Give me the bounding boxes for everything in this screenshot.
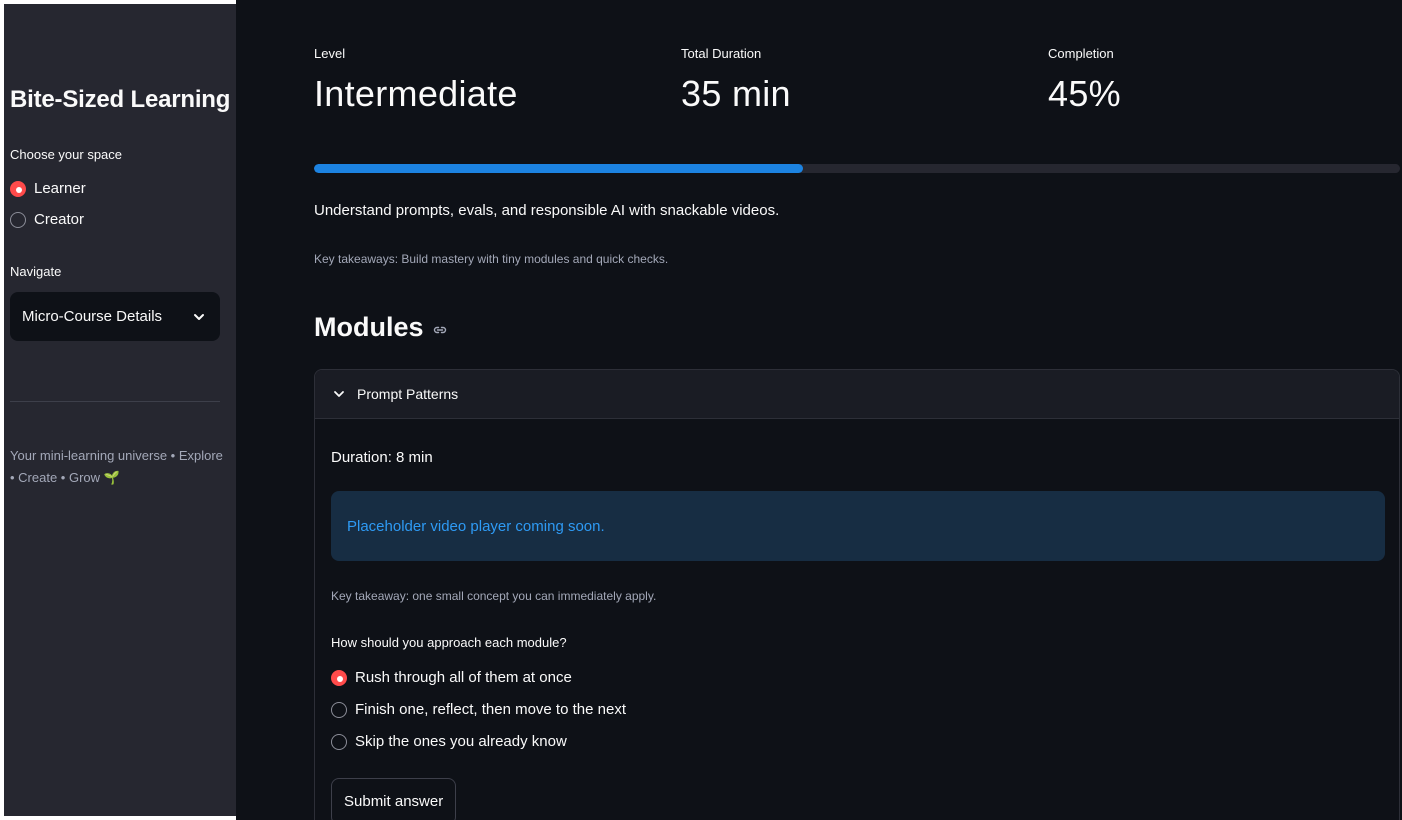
quiz-option[interactable]: Rush through all of them at once [331,669,572,686]
chevron-down-icon [334,391,344,397]
navigate-select[interactable]: Micro-Course Details [10,292,220,341]
expander-header[interactable]: Prompt Patterns [315,370,1399,419]
link-icon[interactable] [432,322,448,338]
module-takeaway: Key takeaway: one small concept you can … [331,589,657,603]
sidebar-divider [10,401,220,402]
modules-heading: Modules [314,312,448,343]
quiz-option[interactable]: Skip the ones you already know [331,733,567,750]
space-option-label: Learner [34,180,86,197]
quiz-question: How should you approach each module? [331,635,567,650]
modules-heading-text: Modules [314,312,424,342]
space-option-label: Creator [34,211,85,228]
progress-fill [314,164,803,173]
quiz-option[interactable]: Finish one, reflect, then move to the ne… [331,701,626,718]
space-option-learner[interactable]: Learner [10,180,86,197]
radio-checked[interactable] [10,180,26,197]
app: Bite-Sized Learning Choose your space Le… [0,0,1402,820]
module-duration: Duration: 8 min [331,449,433,466]
metric-completion: Completion 45% [1048,46,1121,115]
metric-value: 45% [1048,73,1121,114]
info-alert: Placeholder video player coming soon. [331,491,1385,561]
expander-title: Prompt Patterns [357,386,459,402]
quiz-option-label: Finish one, reflect, then move to the ne… [355,701,626,718]
navigate-select-value: Micro-Course Details [22,308,163,325]
radio-unchecked[interactable] [331,733,347,750]
metric-label: Completion [1048,46,1114,61]
navigate-label: Navigate [10,264,62,279]
progress-bar [314,164,1400,173]
submit-answer-button[interactable]: Submit answer [331,778,457,820]
metric-label: Level [314,46,346,61]
metric-label: Total Duration [681,46,762,61]
space-label: Choose your space [10,147,123,162]
module-expander: Prompt Patterns Duration: 8 min Placehol… [314,369,1400,820]
chevron-down-icon [194,313,204,320]
metric-value: Intermediate [314,73,518,114]
key-takeaways: Key takeaways: Build mastery with tiny m… [314,252,669,266]
metric-level: Level Intermediate [314,46,518,115]
course-description: Understand prompts, evals, and responsib… [314,202,780,219]
sidebar-footer: Your mini-learning universe • Explore • … [10,448,223,485]
quiz-option-label: Skip the ones you already know [355,733,567,750]
main-content: Level Intermediate Total Duration 35 min… [236,0,1402,820]
radio-checked[interactable] [331,669,347,686]
radio-unchecked[interactable] [331,701,347,718]
metric-value: 35 min [681,73,791,114]
info-alert-text: Placeholder video player coming soon. [347,517,605,535]
quiz-option-label: Rush through all of them at once [355,669,572,686]
metric-total-duration: Total Duration 35 min [681,46,791,115]
sidebar-title: Bite-Sized Learning [10,86,231,113]
sidebar: Bite-Sized Learning Choose your space Le… [0,0,236,820]
radio-unchecked[interactable] [10,211,26,228]
space-option-creator[interactable]: Creator [10,211,84,228]
